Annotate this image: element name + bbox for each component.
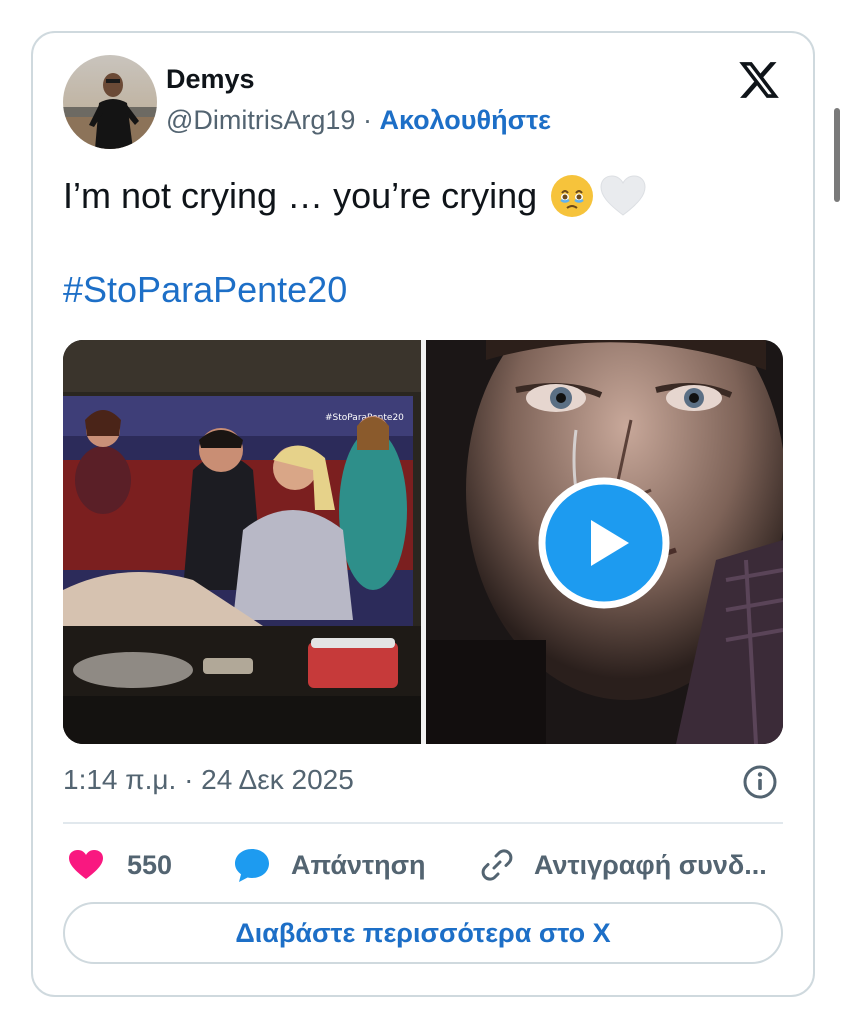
like-count: 550 bbox=[127, 849, 173, 880]
tweet-text: I’m not crying … you’re crying bbox=[63, 175, 538, 216]
media-image-tv-screen[interactable]: #StoParaPente20 bbox=[63, 340, 421, 744]
tweet-timestamp[interactable]: 1:14 π.μ. · 24 Δεκ 2025 bbox=[63, 764, 354, 796]
separator-dot: · bbox=[362, 105, 372, 135]
heart-icon bbox=[68, 849, 104, 881]
tweet-text-row: I’m not crying … you’re crying bbox=[63, 173, 646, 219]
face-holding-back-tears-icon bbox=[549, 173, 595, 219]
white-heart-icon bbox=[599, 173, 646, 219]
author-name[interactable]: Demys bbox=[166, 64, 255, 95]
read-more-label: Διαβάστε περισσότερα στο X bbox=[235, 917, 611, 948]
x-logo-icon[interactable] bbox=[737, 58, 781, 102]
copy-link-label: Αντιγραφή συνδ... bbox=[534, 849, 767, 880]
scrollbar[interactable] bbox=[834, 108, 840, 202]
media-container[interactable]: #StoParaPente20 bbox=[63, 340, 783, 744]
hashtag-link[interactable]: #StoParaPente20 bbox=[63, 269, 347, 311]
link-icon bbox=[479, 847, 515, 883]
play-button[interactable] bbox=[537, 476, 671, 610]
read-more-button[interactable]: Διαβάστε περισσότερα στο X bbox=[63, 902, 783, 964]
author-handle[interactable]: @DimitrisArg19 bbox=[166, 105, 355, 135]
divider bbox=[63, 822, 783, 824]
copy-link-button[interactable]: Αντιγραφή συνδ... bbox=[479, 845, 767, 885]
author-handle-row: @DimitrisArg19 · Ακολουθήστε bbox=[166, 105, 551, 136]
follow-link[interactable]: Ακολουθήστε bbox=[379, 105, 550, 135]
like-button[interactable]: 550 bbox=[68, 845, 172, 885]
reply-bubble-icon bbox=[233, 847, 271, 883]
avatar[interactable] bbox=[63, 55, 157, 149]
info-icon[interactable] bbox=[742, 764, 778, 800]
reply-button[interactable]: Απάντηση bbox=[233, 845, 426, 885]
reply-label: Απάντηση bbox=[291, 849, 426, 880]
